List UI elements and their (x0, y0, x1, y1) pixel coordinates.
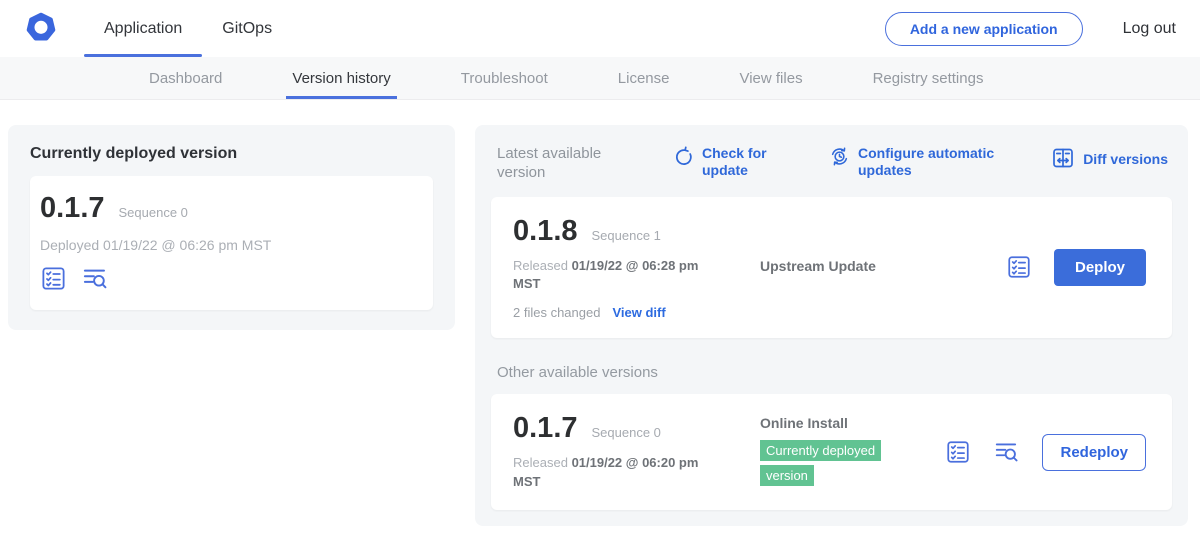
diff-icon (1051, 145, 1075, 174)
nav-item-label: GitOps (222, 20, 272, 38)
released-label: Released (513, 258, 568, 273)
schedule-icon (829, 145, 850, 171)
view-logs-icon[interactable] (81, 265, 109, 292)
topnav-spacer (292, 0, 885, 57)
nav-item-application[interactable]: Application (84, 0, 202, 57)
nav-item-gitops[interactable]: GitOps (202, 0, 292, 57)
other-versions-title: Other available versions (497, 364, 1172, 381)
view-diff-link[interactable]: View diff (612, 305, 665, 320)
preflight-checks-icon[interactable] (1006, 254, 1032, 280)
latest-sequence-label: Sequence 1 (592, 228, 661, 243)
app-tab-bar: Dashboard Version history Troubleshoot L… (0, 57, 1200, 100)
check-for-update-button[interactable]: Check for update (673, 145, 793, 179)
view-logs-icon[interactable] (993, 439, 1020, 465)
deployed-timestamp: Deployed 01/19/22 @ 06:26 pm MST (40, 237, 417, 253)
tab-license[interactable]: License (612, 57, 676, 99)
latest-available-title: Latest available version (497, 145, 647, 183)
nav-item-label: Application (104, 20, 182, 38)
tab-view-files[interactable]: View files (733, 57, 808, 99)
app-logo-icon (24, 0, 58, 57)
preflight-checks-icon[interactable] (40, 265, 67, 292)
refresh-icon (673, 145, 694, 171)
configure-updates-button[interactable]: Configure automatic updates (829, 145, 1019, 179)
current-sequence-label: Sequence 0 (119, 205, 188, 220)
currently-deployed-panel: Currently deployed version 0.1.7 Sequenc… (8, 125, 455, 330)
version-source-label: Upstream Update (760, 258, 876, 274)
currently-deployed-badge: Currently deployed version (760, 440, 881, 486)
currently-deployed-title: Currently deployed version (30, 145, 433, 163)
current-version-card: 0.1.7 Sequence 0 Deployed 01/19/22 @ 06:… (30, 176, 433, 310)
main-content: Currently deployed version 0.1.7 Sequenc… (0, 100, 1200, 526)
latest-panel-header: Latest available version Check for updat… (491, 143, 1172, 183)
deploy-button[interactable]: Deploy (1054, 249, 1146, 286)
redeploy-button[interactable]: Redeploy (1042, 434, 1146, 471)
released-timestamp: Released 01/19/22 @ 06:20 pm MST (513, 454, 709, 492)
latest-version-card: 0.1.8 Sequence 1 Released 01/19/22 @ 06:… (491, 197, 1172, 339)
files-changed-label: 2 files changed (513, 305, 600, 320)
badge-container: Currently deployed version (760, 439, 910, 489)
top-navbar: Application GitOps Add a new application… (0, 0, 1200, 57)
check-for-update-label: Check for update (702, 145, 793, 179)
tab-registry-settings[interactable]: Registry settings (867, 57, 990, 99)
tab-dashboard[interactable]: Dashboard (143, 57, 228, 99)
other-version-card: 0.1.7 Sequence 0 Released 01/19/22 @ 06:… (491, 394, 1172, 510)
preflight-checks-icon[interactable] (945, 439, 971, 465)
other-sequence-label: Sequence 0 (592, 425, 661, 440)
released-label: Released (513, 455, 568, 470)
version-source-label: Online Install (760, 415, 945, 431)
latest-available-panel: Latest available version Check for updat… (475, 125, 1188, 526)
configure-updates-label: Configure automatic updates (858, 145, 1019, 179)
logout-button[interactable]: Log out (1113, 0, 1186, 57)
add-application-button[interactable]: Add a new application (885, 12, 1083, 46)
diff-versions-label: Diff versions (1083, 151, 1168, 168)
diff-versions-button[interactable]: Diff versions (1051, 145, 1168, 174)
latest-version-number: 0.1.8 (513, 215, 578, 248)
tab-version-history[interactable]: Version history (286, 57, 396, 99)
other-version-number: 0.1.7 (513, 412, 578, 445)
current-version-number: 0.1.7 (40, 192, 105, 225)
released-timestamp: Released 01/19/22 @ 06:28 pm MST (513, 257, 709, 295)
tab-troubleshoot[interactable]: Troubleshoot (455, 57, 554, 99)
